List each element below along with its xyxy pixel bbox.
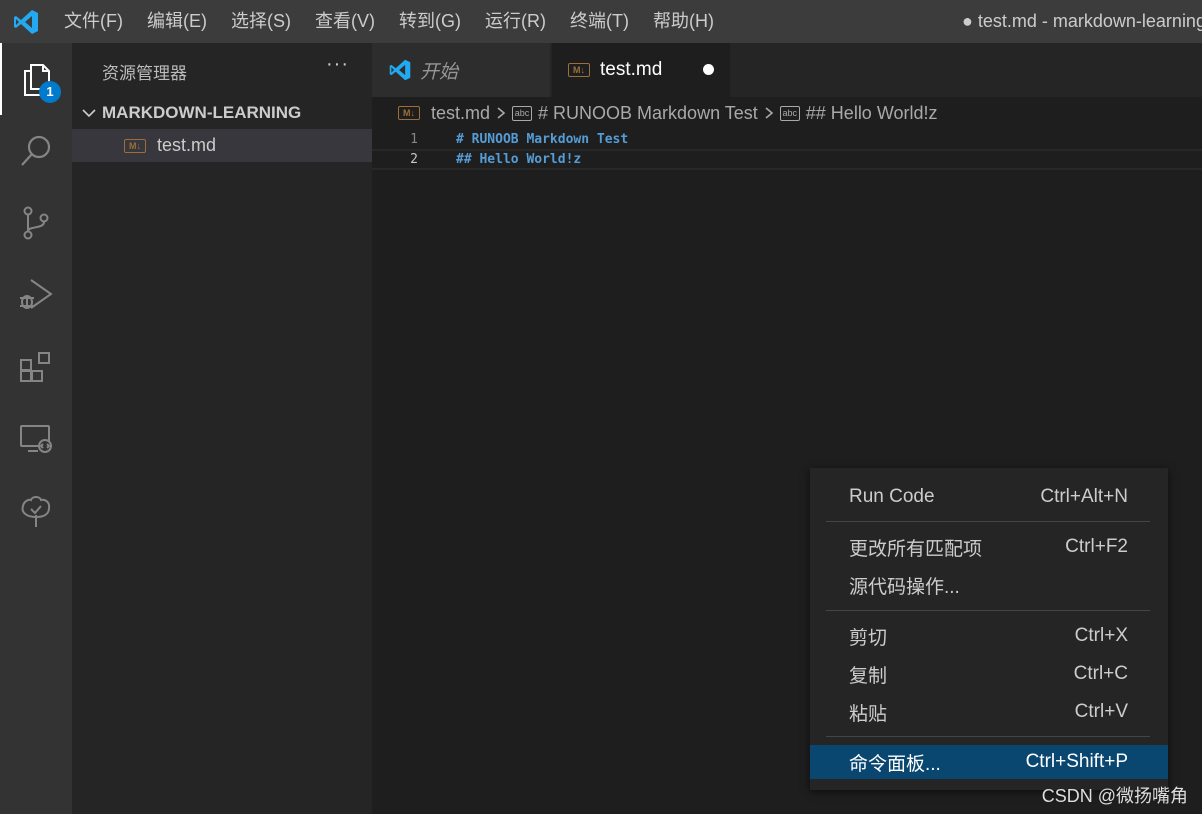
menu-item-run-code[interactable]: Run Code Ctrl+Alt+N	[810, 480, 1168, 514]
tab-bar: 开始 M↓ test.md	[372, 43, 1202, 97]
explorer-header: 资源管理器	[102, 64, 187, 83]
tab-test-md-label: test.md	[600, 59, 663, 80]
string-symbol-icon: abc	[779, 105, 800, 121]
file-name: test.md	[157, 135, 217, 155]
window-title: ● test.md - markdown-learning	[962, 11, 1202, 31]
menu-edit[interactable]: 编辑(E)	[135, 0, 219, 43]
line-text[interactable]: ## Hello World!z	[456, 151, 581, 168]
folder-name: MARKDOWN-LEARNING	[102, 103, 302, 122]
tab-test-md[interactable]: M↓ test.md	[552, 43, 730, 97]
string-symbol-icon: abc	[512, 105, 533, 121]
breadcrumb-heading-2[interactable]: ## Hello World!z	[806, 103, 938, 124]
vscode-logo-icon	[0, 0, 52, 43]
run-debug-icon	[20, 279, 53, 309]
tree-icon	[21, 496, 51, 527]
vscode-tab-icon	[389, 59, 411, 81]
menu-item-copy[interactable]: 复制 Ctrl+C	[810, 657, 1168, 691]
chevron-right-icon	[497, 107, 506, 119]
explorer-badge: 1	[39, 81, 61, 103]
tab-welcome-label: 开始	[420, 61, 459, 83]
search-icon	[21, 135, 51, 166]
activity-bar: 1	[0, 43, 72, 814]
menu-item-shortcut: Ctrl+Shift+P	[1025, 751, 1128, 772]
menu-run[interactable]: 运行(R)	[473, 0, 558, 43]
menu-item-shortcut: Ctrl+X	[1074, 625, 1128, 646]
tab-welcome[interactable]: 开始	[372, 43, 550, 97]
line-number: 1	[410, 132, 418, 147]
menu-help[interactable]: 帮助(H)	[641, 0, 726, 43]
menu-item-label: 源代码操作...	[849, 576, 960, 598]
menu-terminal[interactable]: 终端(T)	[558, 0, 641, 43]
menu-item-change-all-occurrences[interactable]: 更改所有匹配项 Ctrl+F2	[810, 530, 1168, 564]
menu-view[interactable]: 查看(V)	[303, 0, 387, 43]
source-control-button[interactable]	[0, 187, 72, 259]
menu-separator	[826, 736, 1150, 737]
breadcrumb-file[interactable]: test.md	[431, 103, 490, 124]
menu-item-cut[interactable]: 剪切 Ctrl+X	[810, 619, 1168, 653]
unsaved-dot-icon[interactable]	[703, 64, 714, 75]
chevron-right-icon	[765, 107, 774, 119]
breadcrumb: M↓ test.md abc # RUNOOB Markdown Test ab…	[372, 97, 1202, 129]
menu-item-paste[interactable]: 粘贴 Ctrl+V	[810, 695, 1168, 729]
chevron-down-icon	[82, 109, 96, 118]
editor-line-current[interactable]: 2 ## Hello World!z	[372, 149, 1202, 170]
line-text[interactable]: # RUNOOB Markdown Test	[456, 129, 628, 150]
folder-row[interactable]: MARKDOWN-LEARNING	[72, 98, 372, 128]
title-bar: 文件(F) 编辑(E) 选择(S) 查看(V) 转到(G) 运行(R) 终端(T…	[0, 0, 1202, 43]
menu-item-label: 粘贴	[849, 703, 888, 725]
tree-button[interactable]	[0, 475, 72, 547]
explorer-sidebar: 资源管理器 ··· MARKDOWN-LEARNING M↓ test.md	[72, 43, 372, 814]
menu-go[interactable]: 转到(G)	[387, 0, 473, 43]
search-button[interactable]	[0, 115, 72, 187]
menu-separator	[826, 610, 1150, 611]
menu-item-label: 更改所有匹配项	[849, 538, 983, 560]
menu-item-shortcut: Ctrl+F2	[1065, 536, 1128, 557]
markdown-file-icon: M↓	[124, 138, 146, 153]
menu-item-command-palette[interactable]: 命令面板... Ctrl+Shift+P	[810, 745, 1168, 779]
menu-item-shortcut: Ctrl+Alt+N	[1040, 486, 1128, 507]
more-actions-button[interactable]: ···	[326, 53, 349, 76]
markdown-file-icon: M↓	[568, 63, 590, 77]
remote-explorer-icon	[20, 425, 52, 453]
extensions-button[interactable]	[0, 331, 72, 403]
editor-line[interactable]: 1 # RUNOOB Markdown Test	[372, 129, 1202, 150]
menu-item-source-action[interactable]: 源代码操作...	[810, 568, 1168, 602]
menu-item-label: 复制	[849, 665, 888, 687]
remote-explorer-button[interactable]	[0, 403, 72, 475]
watermark: CSDN @微扬嘴角	[1041, 786, 1188, 806]
menu-selection[interactable]: 选择(S)	[219, 0, 303, 43]
menu-item-label: 命令面板...	[849, 753, 941, 775]
markdown-file-icon: M↓	[398, 106, 420, 120]
menu-separator	[826, 521, 1150, 522]
explorer-button[interactable]: 1	[0, 43, 72, 115]
line-number: 2	[410, 152, 418, 167]
breadcrumb-heading-1[interactable]: # RUNOOB Markdown Test	[538, 103, 758, 124]
menu-item-shortcut: Ctrl+V	[1074, 701, 1128, 722]
menu-item-label: Run Code	[849, 486, 935, 507]
context-menu: Run Code Ctrl+Alt+N 更改所有匹配项 Ctrl+F2 源代码操…	[810, 468, 1168, 790]
menu-item-shortcut: Ctrl+C	[1073, 663, 1128, 684]
extensions-icon	[20, 352, 50, 382]
source-control-icon	[23, 206, 49, 240]
menu-item-label: 剪切	[849, 627, 888, 649]
file-row-test-md[interactable]: M↓ test.md	[72, 129, 372, 162]
run-debug-button[interactable]	[0, 259, 72, 331]
menu-file[interactable]: 文件(F)	[52, 0, 135, 43]
